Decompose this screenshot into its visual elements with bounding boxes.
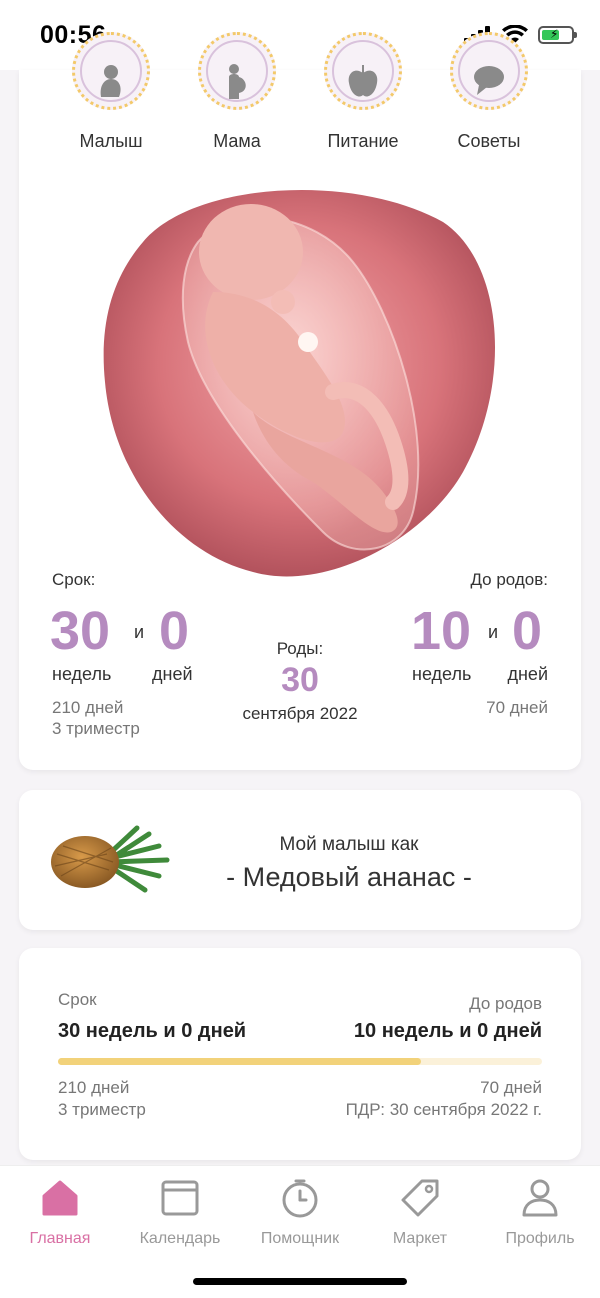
term-trimester: 3 триместр	[52, 719, 140, 738]
progress-remaining-label: До родов	[469, 994, 542, 1013]
tab-label: Календарь	[139, 1230, 221, 1247]
remaining-weeks-unit: недель	[412, 664, 472, 684]
tab-label: Профиль	[505, 1230, 575, 1247]
term-and: и	[134, 622, 145, 642]
progress-pdr: ПДР: 30 сентября 2022 г.	[345, 1100, 542, 1119]
pregnancy-overview-card: Малыш Мама Питание Советы Срок: 30 и 0 н…	[19, 32, 581, 770]
progress-term-value: 30 недель и 0 дней	[58, 1020, 247, 1042]
timer-icon	[282, 1179, 318, 1218]
baby-icon	[100, 65, 121, 97]
remaining-label: До родов:	[470, 570, 548, 589]
term-label: Срок:	[52, 570, 96, 589]
tab-label: Помощник	[260, 1230, 340, 1247]
fruit-name: - Медовый ананас -	[226, 862, 472, 892]
home-icon	[42, 1180, 78, 1216]
remaining-days: 0	[512, 601, 543, 661]
calendar-icon	[161, 1180, 199, 1216]
tab-assistant[interactable]: Помощник	[240, 1176, 360, 1248]
pineapple-icon	[51, 825, 170, 893]
remaining-total-days: 70 дней	[486, 698, 548, 717]
progress-term-label: Срок	[58, 990, 97, 1009]
tab-home[interactable]: Главная	[0, 1176, 120, 1248]
term-days: 0	[159, 601, 190, 661]
due-day: 30	[281, 661, 319, 699]
tab-calendar[interactable]: Календарь	[120, 1176, 240, 1248]
tab-market[interactable]: Маркет	[360, 1176, 480, 1248]
due-label: Роды:	[276, 639, 324, 658]
tab-label: Маркет	[392, 1230, 448, 1247]
category-row: Малыш Мама Питание Советы	[19, 32, 581, 160]
home-indicator[interactable]	[193, 1278, 407, 1285]
fruit-text: Мой малыш как - Медовый ананас -	[199, 834, 499, 893]
due-month-year: сентября 2022	[242, 704, 358, 723]
term-weeks-unit: недель	[52, 664, 112, 684]
progress-days: 210 дней	[58, 1078, 130, 1097]
term-total-days: 210 дней	[52, 698, 124, 717]
fetus-illustration	[103, 182, 503, 582]
remaining-weeks: 10	[411, 601, 472, 661]
category-label: Мама	[213, 131, 261, 151]
tab-profile[interactable]: Профиль	[480, 1176, 600, 1248]
apple-icon	[348, 65, 378, 97]
term-days-unit: дней	[152, 664, 193, 684]
progress-trimester: 3 триместр	[58, 1100, 146, 1119]
progress-remaining-value: 10 недель и 0 дней	[353, 1020, 542, 1042]
progress-bar	[58, 1058, 542, 1065]
tag-icon	[401, 1179, 439, 1217]
mother-icon	[229, 64, 246, 99]
term-weeks: 30	[50, 601, 111, 661]
due-date-block: Роды: 30 сентября 2022	[219, 639, 381, 724]
progress-remaining-days: 70 дней	[480, 1078, 542, 1097]
remaining-and: и	[488, 622, 499, 642]
progress-fill	[58, 1058, 421, 1065]
speech-bubble-icon	[474, 66, 504, 95]
fruit-size-card[interactable]: Мой малыш как - Медовый ананас -	[19, 790, 581, 930]
progress-card: Срок 30 недель и 0 дней До родов 10 неде…	[19, 948, 581, 1160]
tab-bar: Главная Календарь Помощник Маркет Профил…	[0, 1165, 600, 1298]
tab-label: Главная	[29, 1230, 91, 1247]
profile-icon	[522, 1179, 558, 1217]
fruit-subtitle: Мой малыш как	[279, 834, 419, 855]
remaining-days-unit: дней	[507, 664, 548, 684]
category-label: Советы	[457, 131, 521, 151]
battery-icon: ⚡	[538, 26, 577, 44]
category-label: Питание	[327, 131, 399, 151]
category-label: Малыш	[79, 131, 143, 151]
